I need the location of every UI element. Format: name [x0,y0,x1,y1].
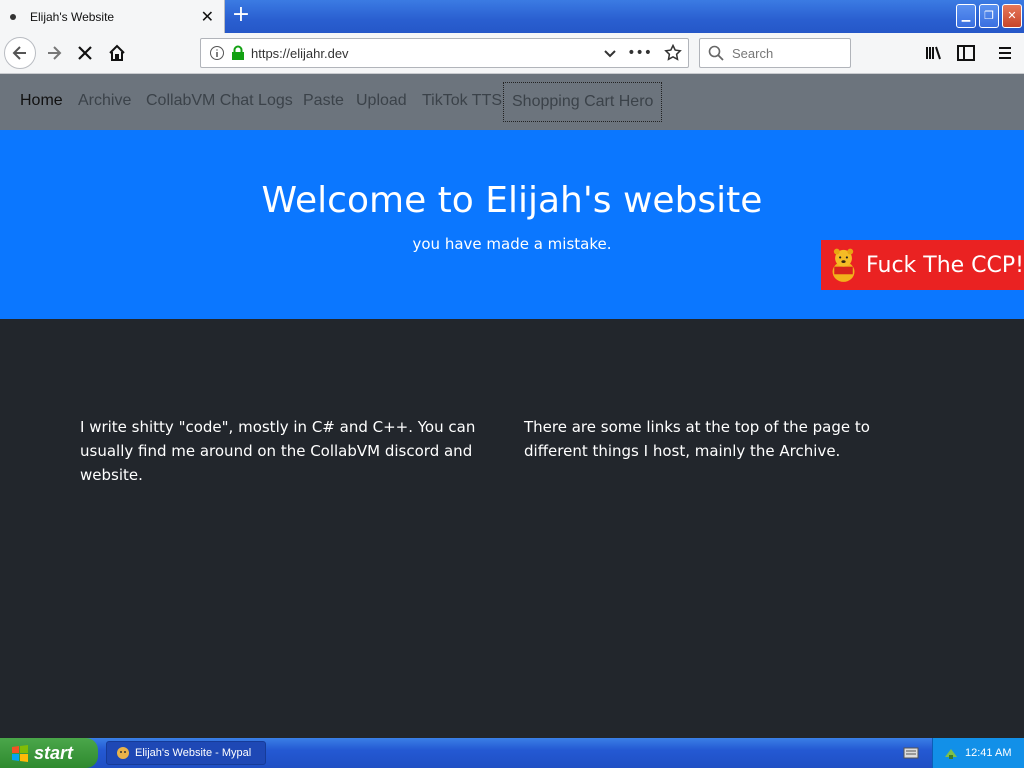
library-icon [926,46,941,60]
restore-button[interactable]: ❐ [979,4,999,28]
nav-archive[interactable]: Archive [78,92,131,110]
search-bar[interactable]: Search [699,38,851,68]
forward-button[interactable] [38,37,70,69]
sidebar-button[interactable] [950,37,982,69]
stop-icon [78,46,92,60]
taskbar: start Elijah's Website - Mypal 12:41 AM [0,738,1024,768]
stop-button[interactable] [69,37,101,69]
banner-link[interactable]: Fuck The CCP! [821,240,1024,290]
lock-icon [232,45,244,60]
browser-toolbar: https://elijahr.dev ••• Search [0,33,1024,74]
mypal-icon [117,747,129,759]
taskbar-item-browser[interactable]: Elijah's Website - Mypal [106,741,266,765]
search-input[interactable]: Search [732,46,773,61]
banner-text: Fuck The CCP! [866,252,1024,278]
links-paragraph: There are some links at the top of the p… [524,418,870,460]
clock[interactable]: 12:41 AM [965,747,1011,759]
info-icon[interactable] [209,45,225,61]
about-paragraph: I write shitty "code", mostly in C# and … [80,418,476,484]
tab-title: Elijah's Website [30,9,115,24]
home-icon [109,44,125,61]
forward-arrow-icon [48,46,62,60]
winnie-the-pooh-icon [832,248,855,282]
browser-titlebar: Elijah's Website ✕ + ▁ ❐ ✕ [0,0,1024,33]
back-button[interactable] [4,37,36,69]
minimize-button[interactable]: ▁ [956,4,976,28]
nav-chat-logs[interactable]: CollabVM Chat Logs [146,92,293,110]
keyboard-icon[interactable] [903,746,919,760]
library-button[interactable] [918,37,950,69]
system-tray: 12:41 AM [932,738,1024,768]
windows-logo-icon [12,745,28,762]
tab-close-icon[interactable]: ✕ [201,8,214,25]
url-bar[interactable]: https://elijahr.dev ••• [200,38,689,68]
hero-title: Welcome to Elijah's website [261,180,763,221]
nav-home[interactable]: Home [20,92,63,110]
home-button[interactable] [101,37,133,69]
browser-tab[interactable]: Elijah's Website ✕ [0,0,225,33]
url-text[interactable]: https://elijahr.dev [251,46,603,61]
hamburger-icon [999,47,1011,59]
menu-button[interactable] [989,37,1021,69]
page-actions-icon[interactable]: ••• [627,45,652,61]
hero-section: Welcome to Elijah's website you have mad… [0,130,1024,319]
site-navbar: Home Archive CollabVM Chat Logs Paste Up… [0,74,1024,130]
new-tab-button[interactable]: + [230,4,252,26]
search-icon [708,45,724,61]
network-icon[interactable] [943,745,959,761]
close-window-button[interactable]: ✕ [1002,4,1022,28]
chevron-down-icon[interactable] [603,46,617,60]
nav-tiktok-tts[interactable]: TikTok TTS [422,92,502,110]
content-section: I write shitty "code", mostly in C# and … [0,319,1024,738]
sidebar-icon [957,45,975,61]
nav-shopping-cart-hero[interactable]: Shopping Cart Hero [503,82,663,122]
taskbar-item-label: Elijah's Website - Mypal [135,747,252,759]
back-arrow-icon [12,46,26,60]
bookmark-star-icon[interactable] [664,44,682,62]
start-label: start [34,742,74,763]
nav-paste[interactable]: Paste [303,92,344,110]
nav-upload[interactable]: Upload [356,92,407,110]
favicon-icon [10,13,16,20]
start-button[interactable]: start [0,738,98,768]
